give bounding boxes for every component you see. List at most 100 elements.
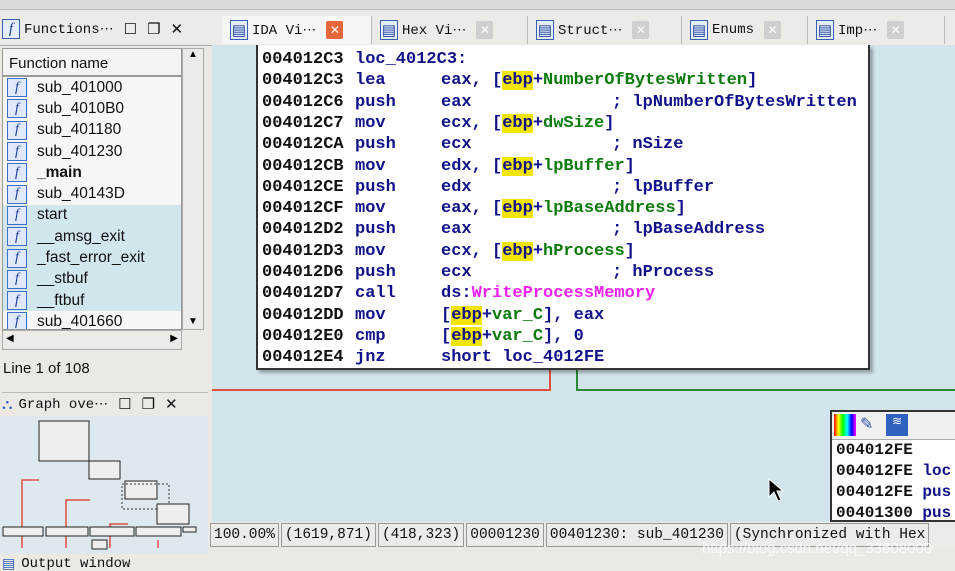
column-header-function-name[interactable]: Function name bbox=[3, 49, 181, 77]
edge-true bbox=[576, 368, 955, 391]
address: 004012D6 bbox=[262, 263, 344, 282]
comment: ; lpBuffer bbox=[612, 177, 715, 197]
edit-icon[interactable]: ✎ bbox=[860, 414, 882, 436]
function-list-item[interactable]: f start bbox=[3, 204, 181, 227]
operands: edx, [ebp+lpBuffer] bbox=[441, 156, 635, 177]
operand-part: ebp bbox=[502, 71, 533, 91]
operands: eax bbox=[441, 92, 472, 112]
function-list-item[interactable]: f sub_401180 bbox=[3, 120, 181, 141]
operand-part: eax, [ bbox=[441, 71, 503, 91]
mnemonic: push bbox=[355, 177, 396, 197]
code-block[interactable]: 004012C3 loc_4012C3: 004012C3 lea eax, [ebp+… bbox=[256, 45, 870, 370]
float-icon[interactable]: ❐ bbox=[142, 395, 155, 414]
toolbar-strip bbox=[0, 0, 955, 10]
function-list: Function name f sub_401000 f sub_4010B0 f sub… bbox=[2, 48, 182, 330]
operand-part: WriteProcessMemory bbox=[471, 284, 656, 304]
operand-part: + bbox=[481, 326, 493, 346]
scroll-right-icon[interactable]: ▶ bbox=[170, 333, 178, 344]
graph-mode-icon[interactable]: ≋ bbox=[886, 414, 908, 436]
instruction: pus bbox=[922, 483, 952, 501]
function-list-item[interactable]: f sub_401000 bbox=[3, 77, 181, 98]
function-list-item[interactable]: f sub_401660 bbox=[3, 311, 181, 329]
scroll-up-icon[interactable]: ▲ bbox=[183, 49, 203, 60]
edge-false bbox=[212, 368, 551, 391]
operand-part: + bbox=[532, 241, 544, 261]
function-list-item[interactable]: f sub_40143D bbox=[3, 183, 181, 204]
tab-2[interactable]: ▤ Struct⋯ ✕ bbox=[528, 16, 682, 44]
tab-close-icon[interactable]: ✕ bbox=[887, 21, 905, 39]
address: 004012DD bbox=[262, 305, 344, 325]
operands: ecx bbox=[441, 263, 472, 282]
comment: ; lpNumberOfBytesWritten bbox=[612, 92, 857, 112]
tab-close-icon[interactable]: ✕ bbox=[764, 21, 782, 39]
operand-part: ebp bbox=[502, 113, 533, 133]
operand-part: dwSize bbox=[543, 113, 605, 133]
function-icon: f bbox=[7, 120, 27, 140]
function-icon: f bbox=[7, 227, 27, 247]
color-icon[interactable] bbox=[834, 414, 856, 436]
status-field: (418,323) bbox=[377, 523, 465, 547]
code-line[interactable]: 00401300 pus bbox=[832, 503, 955, 524]
operands: ecx bbox=[441, 135, 472, 155]
function-icon: f bbox=[2, 19, 20, 39]
operand-part: ds: bbox=[441, 284, 472, 304]
block-toolbar: ✎ ≋ bbox=[832, 412, 955, 440]
address: 004012FE bbox=[836, 462, 913, 480]
tab-0[interactable]: ▤ IDA Vi⋯ ✕ bbox=[222, 16, 372, 44]
tab-icon: ▤ bbox=[230, 20, 248, 40]
mouse-cursor-icon bbox=[768, 478, 785, 502]
vertical-scrollbar[interactable]: ▲ ▼ bbox=[182, 48, 204, 330]
operand-part: ebp bbox=[502, 156, 533, 176]
mnemonic: mov bbox=[355, 305, 386, 325]
maximize-icon[interactable]: ☐ bbox=[118, 395, 131, 414]
operands: edx bbox=[441, 177, 472, 197]
graph-overview-canvas[interactable] bbox=[0, 416, 208, 554]
function-list-item[interactable]: f __stbuf bbox=[3, 268, 181, 290]
status-field: 00401230: sub_401230 bbox=[545, 523, 728, 547]
maximize-icon[interactable]: ☐ bbox=[124, 20, 137, 39]
tab-close-icon[interactable]: ✕ bbox=[326, 21, 344, 39]
tab-4[interactable]: ▤ Imp⋯ ✕ bbox=[808, 16, 945, 44]
tab-label: IDA Vi⋯ bbox=[252, 22, 317, 39]
status-field: 00001230 bbox=[466, 523, 544, 547]
address: 00401300 bbox=[836, 504, 913, 522]
address: 004012C7 bbox=[262, 113, 344, 133]
tab-label: Struct⋯ bbox=[558, 22, 623, 39]
operand-part: hProcess bbox=[543, 241, 625, 261]
mnemonic: push bbox=[355, 263, 396, 282]
operands: eax, [ebp+lpBaseAddress] bbox=[441, 198, 686, 219]
instruction: loc bbox=[922, 462, 952, 480]
tab-3[interactable]: ▤ Enums ✕ bbox=[682, 16, 808, 44]
scroll-left-icon[interactable]: ◀ bbox=[6, 333, 14, 344]
operand-part: + bbox=[532, 71, 544, 91]
code-block-loc-4012FE[interactable]: ✎ ≋ 004012FE 004012FE loc 004012FE pus 004… bbox=[830, 410, 955, 522]
code-line[interactable]: 004012FE pus bbox=[832, 482, 955, 503]
watermark: https://blog.csdn.net/qq_33608000 bbox=[702, 540, 933, 557]
function-list-item[interactable]: f _main bbox=[3, 162, 181, 183]
function-name: __ftbuf bbox=[37, 291, 85, 309]
output-window-title: Output window bbox=[21, 557, 131, 571]
operand-part: ebp bbox=[502, 241, 533, 261]
function-list-item[interactable]: f sub_4010B0 bbox=[3, 98, 181, 119]
close-icon[interactable]: ✕ bbox=[171, 20, 184, 39]
function-list-item[interactable]: f __amsg_exit bbox=[3, 226, 181, 248]
output-window-header[interactable]: ▤ Output window bbox=[2, 557, 130, 571]
address: 004012CB bbox=[262, 156, 344, 176]
function-list-item[interactable]: f _fast_error_exit bbox=[3, 247, 181, 269]
operand-part: lpBaseAddress bbox=[543, 199, 676, 219]
address: 004012C6 bbox=[262, 92, 344, 112]
code-line[interactable]: 004012FE bbox=[832, 440, 955, 461]
function-list-item[interactable]: f __ftbuf bbox=[3, 289, 181, 312]
tab-close-icon[interactable]: ✕ bbox=[476, 21, 494, 39]
mnemonic: cmp bbox=[355, 326, 386, 346]
horizontal-scrollbar[interactable]: ◀ ▶ bbox=[2, 330, 182, 350]
operands: ecx, [ebp+hProcess] bbox=[441, 241, 635, 262]
address: 004012CF bbox=[262, 199, 344, 219]
code-line[interactable]: 004012FE loc bbox=[832, 461, 955, 482]
tab-close-icon[interactable]: ✕ bbox=[632, 21, 650, 39]
function-list-item[interactable]: f sub_401230 bbox=[3, 141, 181, 162]
close-icon[interactable]: ✕ bbox=[165, 395, 178, 414]
tab-1[interactable]: ▤ Hex Vi⋯ ✕ bbox=[372, 16, 528, 44]
float-icon[interactable]: ❐ bbox=[147, 20, 160, 39]
scroll-down-icon[interactable]: ▼ bbox=[183, 316, 203, 327]
